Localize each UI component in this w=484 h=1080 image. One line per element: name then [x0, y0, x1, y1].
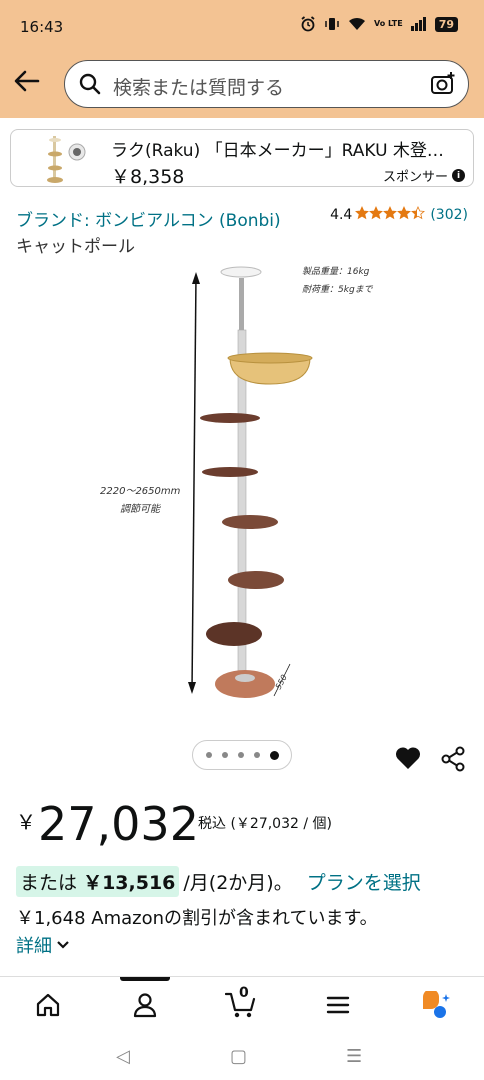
app-header: 16:43 Vo LTE 79 検索または質問する: [0, 0, 484, 118]
nav-account-button[interactable]: [125, 989, 165, 1021]
rating-count[interactable]: (302): [430, 207, 468, 223]
load-capacity-label: 耐荷重：5kgまで: [302, 284, 374, 295]
rating-value: 4.4: [330, 207, 353, 223]
search-bar[interactable]: 検索または質問する: [64, 60, 469, 108]
installment-period: /月(2か月)。: [183, 872, 293, 894]
sponsored-product-title[interactable]: ラク(Raku) 「日本メーカー」RAKU 木登…: [111, 136, 469, 161]
price-amount: 27,032: [38, 797, 199, 851]
info-icon: i: [452, 169, 465, 182]
sponsored-product-card[interactable]: ラク(Raku) 「日本メーカー」RAKU 木登… ￥8,358 スポンサー i: [10, 129, 474, 188]
installment-highlight: または ￥13,516: [16, 866, 180, 897]
sponsored-product-thumbnail: [41, 134, 99, 184]
product-category: キャットポール: [16, 237, 135, 257]
price-currency: ￥: [16, 810, 36, 834]
select-plan-link[interactable]: プランを選択: [307, 868, 421, 895]
signal-icon: [410, 17, 427, 31]
back-arrow-icon: [14, 70, 40, 92]
adjustable-label: 調節可能: [120, 503, 161, 515]
base-size-label: 550: [274, 673, 289, 691]
nav-menu-button[interactable]: [318, 989, 358, 1021]
camera-search-icon[interactable]: [430, 71, 456, 101]
wishlist-heart-icon[interactable]: [395, 746, 421, 774]
sponsored-product-price: ￥8,358: [111, 166, 185, 188]
wifi-icon: [348, 17, 366, 31]
status-icons: Vo LTE 79: [300, 16, 458, 32]
installment-row: または ￥13,516 /月(2か月)。 プランを選択: [16, 866, 421, 897]
back-button[interactable]: [12, 66, 42, 96]
carousel-dot[interactable]: [221, 752, 228, 758]
account-icon: [133, 993, 157, 1018]
search-icon: [79, 73, 101, 99]
alarm-icon: [300, 16, 316, 32]
carousel-dot-active[interactable]: [269, 750, 279, 760]
star-rating-icon: [355, 206, 426, 220]
sponsored-label[interactable]: スポンサー i: [383, 166, 465, 185]
brand-link[interactable]: ブランド: ボンビアルコン (Bonbi): [16, 206, 281, 231]
carousel-dot[interactable]: [205, 752, 212, 758]
vibrate-icon: [324, 16, 340, 32]
height-range-label: 2220～2650mm: [100, 486, 181, 497]
cart-count: 0: [239, 985, 249, 1001]
product-weight-label: 製品重量：16kg: [302, 266, 370, 277]
sponsored-label-text: スポンサー: [382, 170, 448, 185]
system-recents-icon[interactable]: ☰: [346, 1046, 362, 1067]
status-time: 16:43: [20, 18, 64, 36]
active-tab-indicator: [120, 977, 170, 981]
installment-prefix: または: [20, 872, 78, 894]
carousel-dot[interactable]: [253, 752, 260, 758]
share-icon[interactable]: [440, 746, 466, 776]
image-carousel-indicator[interactable]: [192, 740, 292, 770]
bottom-navigation: 0: [0, 976, 484, 1032]
rating-summary[interactable]: 4.4 (302): [330, 206, 468, 224]
details-label: 詳細: [16, 936, 52, 957]
tax-note: 税込 (￥27,032 / 個): [198, 816, 332, 832]
nav-assistant-button[interactable]: [415, 989, 455, 1021]
product-price: ￥ 27,032: [16, 796, 199, 852]
status-bar: 16:43 Vo LTE 79: [0, 0, 484, 52]
volte-indicator: Vo LTE: [373, 19, 403, 28]
assistant-icon: [423, 991, 450, 1018]
nav-cart-button[interactable]: 0: [222, 985, 262, 1021]
system-home-icon[interactable]: ▢: [230, 1046, 247, 1067]
battery-indicator: 79: [434, 16, 458, 32]
system-back-icon[interactable]: ◁: [116, 1046, 130, 1067]
system-navigation-bar: ◁ ▢ ☰: [0, 1032, 484, 1080]
discount-note: ￥1,648 Amazonの割引が含まれています。: [16, 908, 378, 929]
product-image[interactable]: 2220～2650mm 調節可能 製品重量：16kg 耐荷重：5kgまで 550: [90, 260, 400, 720]
details-link[interactable]: 詳細: [16, 932, 70, 958]
chevron-down-icon: [57, 941, 69, 949]
installment-amount: ￥13,516: [83, 872, 176, 894]
home-icon: [36, 993, 60, 1017]
nav-home-button[interactable]: [28, 989, 68, 1021]
carousel-dot[interactable]: [237, 752, 244, 758]
rating-stars: [355, 206, 427, 224]
menu-icon: [326, 996, 350, 1014]
search-input[interactable]: 検索または質問する: [113, 73, 284, 100]
